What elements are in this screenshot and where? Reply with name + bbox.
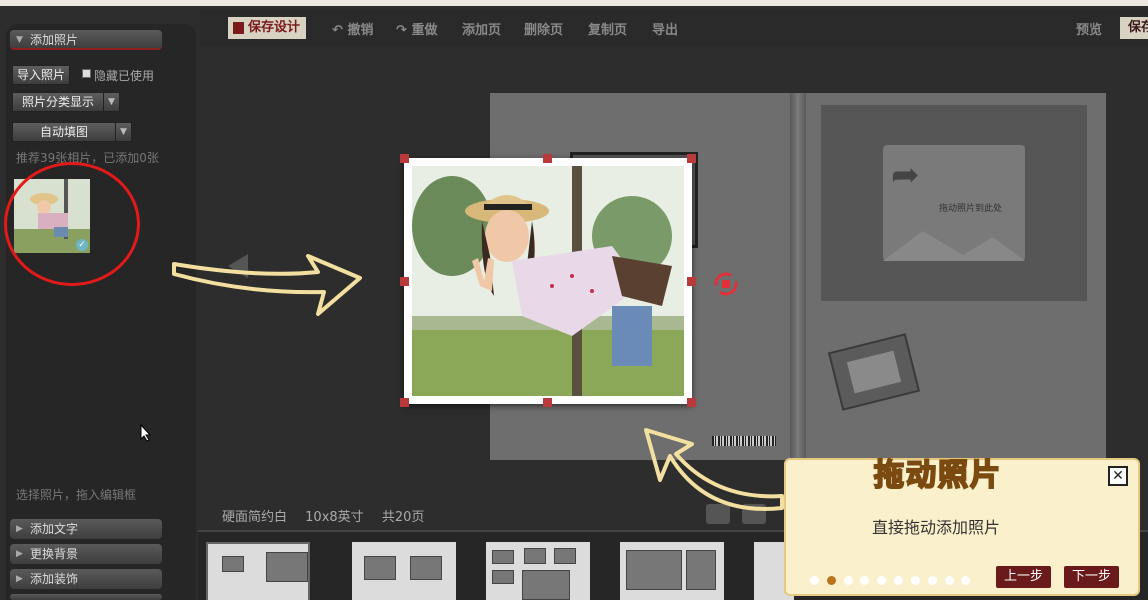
section-change-background[interactable]: ▶ 更换背景 [10,544,162,564]
step-dot[interactable] [860,576,870,585]
resize-handle-top[interactable] [543,154,552,163]
redo-icon: ↷ [396,23,407,38]
step-dot[interactable] [927,576,937,585]
tutorial-description: 直接拖动添加照片 [872,518,1001,537]
undo-icon: ↶ [332,23,343,38]
placeholder-text: 拖动照片到此处 [939,204,1003,214]
step-indicator [810,574,974,588]
step-dot[interactable] [961,576,971,585]
rotate-icon[interactable] [712,270,740,298]
section-add-text[interactable]: ▶ 添加文字 [10,519,162,539]
tutorial-popup: 拖动照片 ✕ 直接拖动添加照片 上一步 下一步 [784,457,1140,596]
page-thumbnail[interactable] [352,542,456,600]
triangle-right-icon: ▶ [16,524,23,534]
category-display-label: 照片分类显示 [21,95,94,109]
triangle-down-icon: ▼ [16,35,23,45]
next-step-button[interactable]: 下一步 [1064,566,1120,588]
selected-photo[interactable] [404,158,692,404]
top-strip [0,0,1148,6]
album-pages: 共20页 [381,510,425,525]
import-photos-button[interactable]: 导入照片 [12,65,70,85]
photo-image [412,166,684,396]
section-add-photos[interactable]: ▼ 添加照片 [10,30,162,50]
tilted-photo-inner [846,350,902,394]
export-button[interactable]: 导出 [652,19,678,38]
curved-arrow-icon [644,428,784,511]
photo-slot[interactable]: ➦ 拖动照片到此处 [821,105,1087,301]
album-size: 10x8英寸 [305,510,364,525]
toolbar: 保存设计 ↶ 撤销 ↷ 重做 添加页 删除页 复制页 导出 预览 保存 [200,10,1148,46]
album-style: 硬面简约白 [222,510,288,525]
step-dot[interactable] [877,576,887,585]
save-design-button[interactable]: 保存设计 [228,17,307,39]
resize-handle-right[interactable] [687,277,696,286]
album-spine [790,93,806,460]
preview-button[interactable]: 预览 [1076,19,1102,38]
close-icon[interactable]: ✕ [1108,466,1128,486]
redo-button[interactable]: ↷ 重做 [396,19,437,38]
undo-button[interactable]: ↶ 撤销 [332,19,373,38]
step-dot[interactable] [894,576,904,585]
page-thumbnail[interactable] [486,542,590,600]
hide-used-label: 隐藏已使用 [94,69,155,83]
category-display-dropdown[interactable]: 照片分类显示 ▼ [12,92,120,112]
step-dot-active[interactable] [826,576,836,585]
resize-handle-left[interactable] [400,277,409,286]
resize-handle-top-right[interactable] [687,154,696,163]
album-right-page[interactable]: ➦ 拖动照片到此处 [806,93,1106,460]
delete-page-button[interactable]: 删除页 [524,19,563,38]
highlight-circle [4,162,140,286]
resize-handle-top-left[interactable] [400,154,409,163]
chevron-down-icon: ▼ [115,123,131,141]
save-button[interactable]: 保存 [1120,17,1148,39]
drag-arrow-icon [172,254,362,316]
step-dot[interactable] [944,576,954,585]
prev-step-button[interactable]: 上一步 [996,566,1052,588]
section-label: 更换背景 [30,547,79,561]
section-add-decoration[interactable]: ▶ 添加装饰 [10,569,162,589]
tilted-photo-slot[interactable] [827,333,921,411]
curved-arrow-icon: ➦ [891,155,920,195]
undo-label: 撤销 [347,23,374,38]
step-dot[interactable] [810,576,819,585]
resize-handle-bottom[interactable] [543,398,552,407]
section-more[interactable] [10,594,162,600]
triangle-right-icon: ▶ [16,549,23,559]
redo-label: 重做 [411,23,438,38]
resize-handle-bottom-left[interactable] [400,398,409,407]
resize-handle-bottom-right[interactable] [687,398,696,407]
tutorial-title: 拖动照片 [873,457,1002,494]
mouse-cursor-icon [140,424,152,442]
drop-placeholder[interactable]: ➦ 拖动照片到此处 [883,145,1025,261]
mountain-icon [883,231,1025,261]
drag-hint-text: 选择照片，拖入编辑框 [16,488,137,502]
section-label: 添加照片 [30,33,79,47]
page-thumbnail[interactable] [206,542,310,600]
section-label: 添加装饰 [30,572,79,586]
add-page-button[interactable]: 添加页 [462,19,501,38]
hide-used-checkbox[interactable] [82,69,91,78]
album-info: 硬面简约白 10x8英寸 共20页 [222,506,438,525]
chevron-down-icon: ▼ [103,93,119,111]
triangle-right-icon: ▶ [16,574,23,584]
section-label: 添加文字 [30,522,79,536]
step-dot[interactable] [910,576,920,585]
disk-icon [233,22,244,34]
auto-fill-dropdown[interactable]: 自动填图 ▼ [12,122,132,142]
save-design-label: 保存设计 [248,20,301,35]
auto-fill-label: 自动填图 [39,125,88,139]
step-dot[interactable] [843,576,853,585]
page-thumbnail[interactable] [620,542,724,600]
copy-page-button[interactable]: 复制页 [588,19,627,38]
